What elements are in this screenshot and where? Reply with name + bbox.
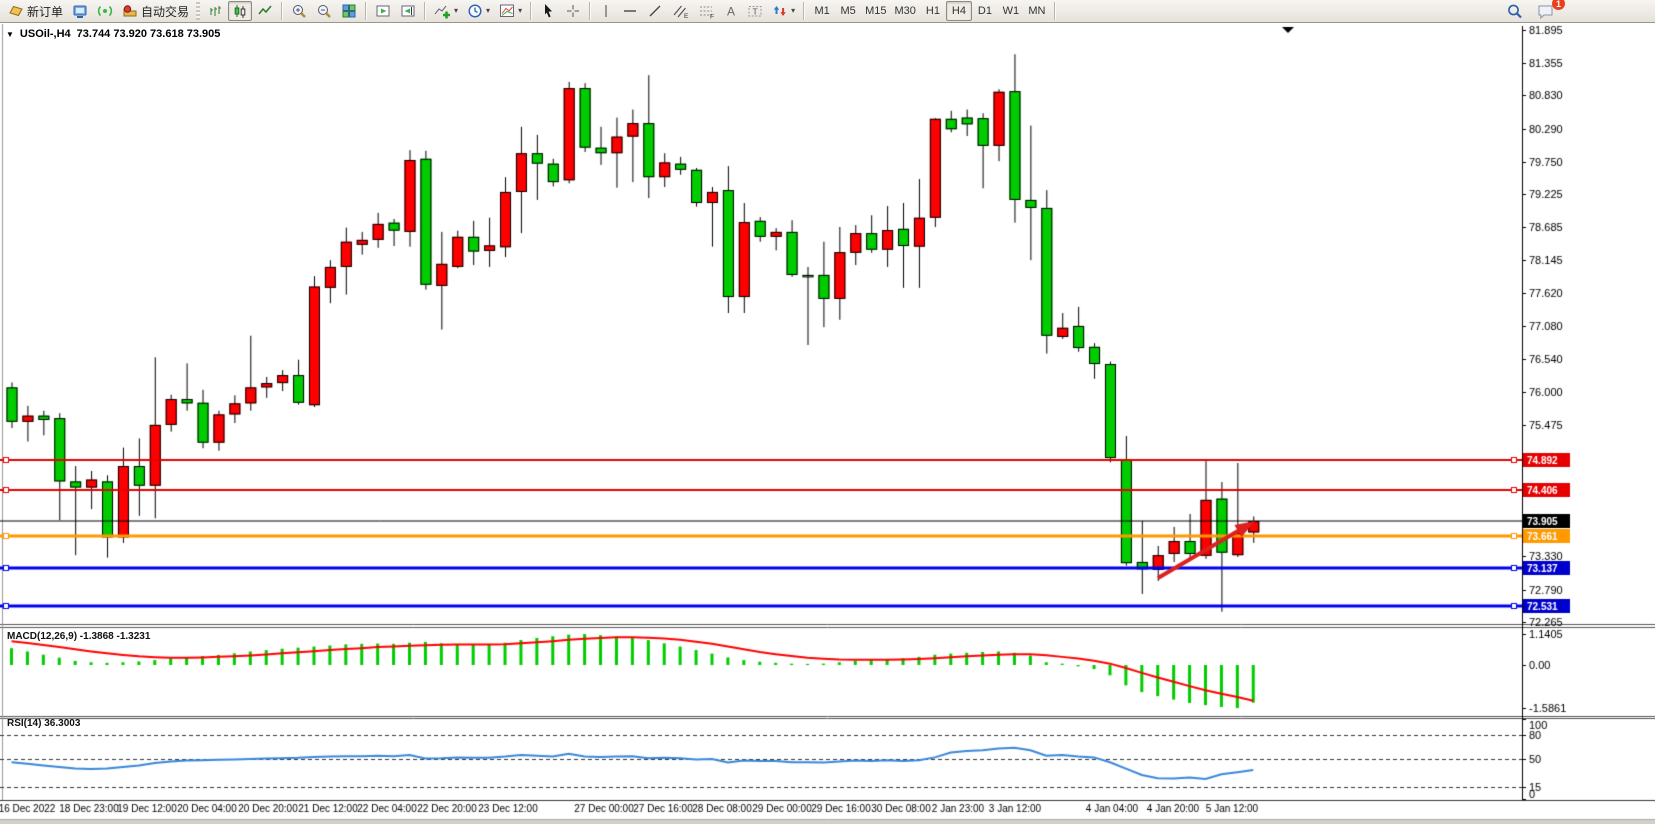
mt4-window: 新订单 自动交易 (0, 0, 1655, 824)
chart-canvas[interactable] (0, 0, 1655, 824)
chart-symbol-period: USOil-,H4 (20, 28, 71, 40)
chart-ohlc-values: 73.744 73.920 73.618 73.905 (77, 28, 221, 40)
chart-title: ▼ USOil-,H4 73.744 73.920 73.618 73.905 (6, 28, 220, 40)
symbol-dropdown-icon[interactable]: ▼ (6, 30, 14, 39)
